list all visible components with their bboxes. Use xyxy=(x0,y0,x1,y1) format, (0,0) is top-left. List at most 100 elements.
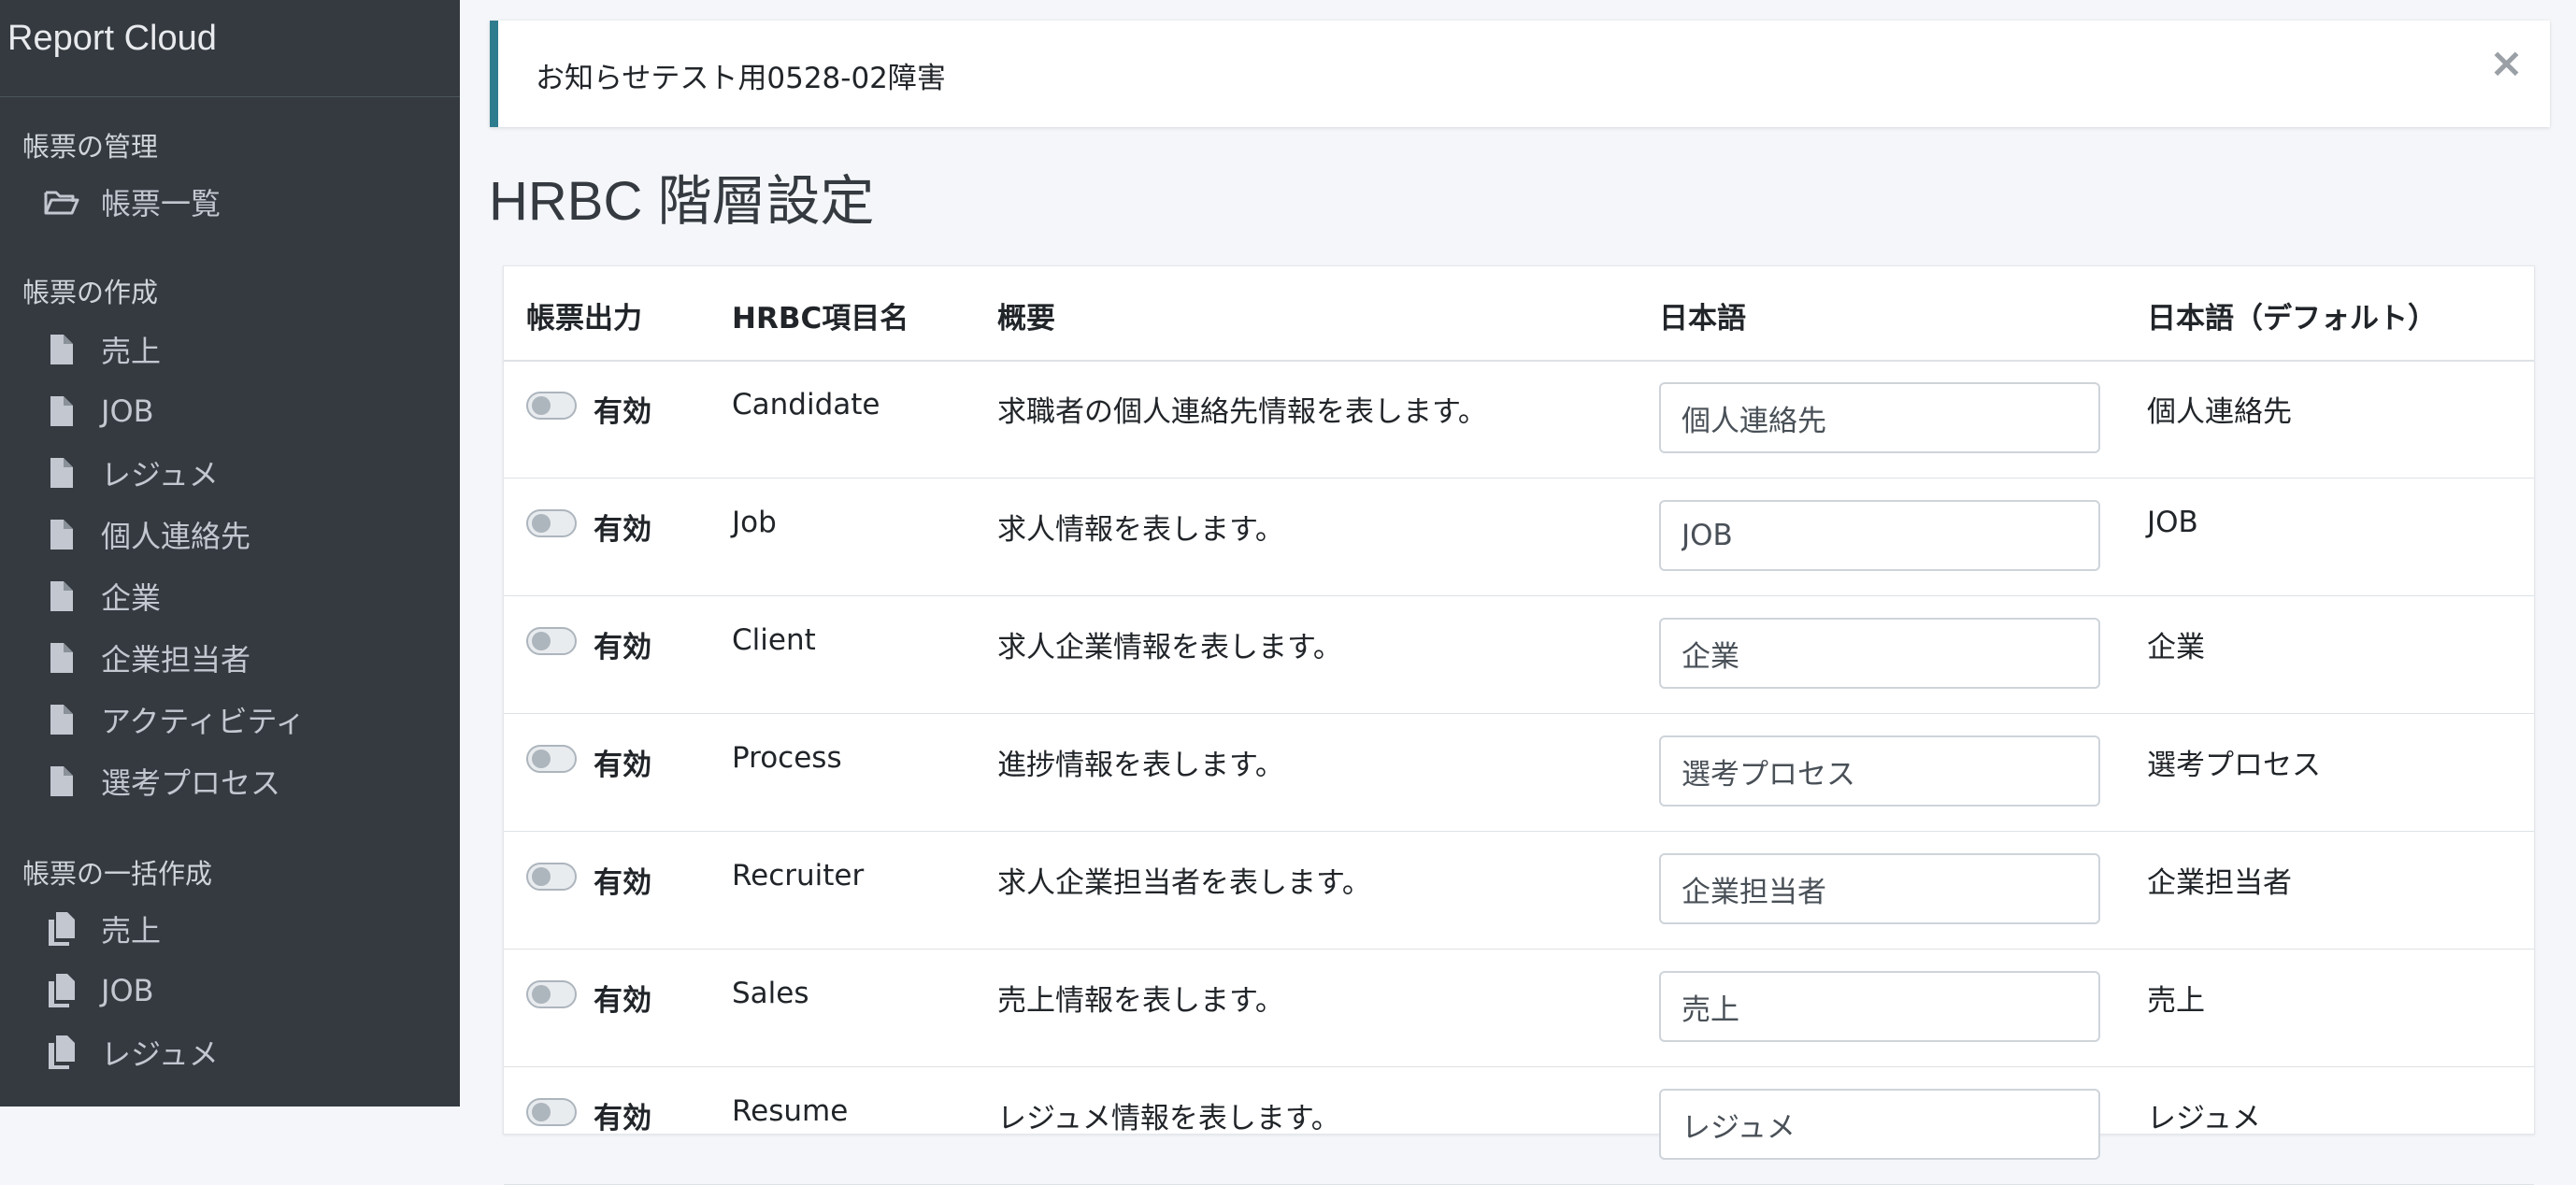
sidebar-item-label: 個人連絡先 xyxy=(101,519,251,554)
output-toggle[interactable] xyxy=(526,745,577,773)
sidebar-item-process[interactable]: 選考プロセス xyxy=(0,753,460,809)
sidebar-item-label: 帳票一覧 xyxy=(101,186,222,221)
file-icon xyxy=(50,643,73,673)
output-toggle[interactable] xyxy=(526,392,577,420)
default-japanese: 売上 xyxy=(2147,984,2205,1018)
notice-alert: お知らせテスト用0528-02障害 × xyxy=(490,21,2550,127)
default-japanese: 選考プロセス xyxy=(2147,749,2321,782)
sidebar-item-label: JOB xyxy=(101,973,154,1008)
table-row: 有効 Recruiter 求人企業担当者を表します。 企業担当者 xyxy=(504,831,2534,949)
item-summary: 求人情報を表します。 xyxy=(997,513,1284,547)
app-brand[interactable]: Report Cloud xyxy=(0,0,460,97)
japanese-name-input[interactable] xyxy=(1659,382,2100,453)
output-toggle[interactable] xyxy=(526,627,577,655)
default-japanese: JOB xyxy=(2147,506,2198,539)
default-japanese: 企業 xyxy=(2147,631,2205,664)
sidebar-item-recruiter[interactable]: 企業担当者 xyxy=(0,630,460,686)
table-row: 有効 Client 求人企業情報を表します。 企業 xyxy=(504,595,2534,714)
sidebar-item-activity[interactable]: アクティビティ xyxy=(0,692,460,748)
file-icon xyxy=(50,705,73,735)
item-name: Resume xyxy=(732,1094,849,1128)
item-summary: レジュメ情報を表します。 xyxy=(997,1102,1340,1135)
item-name: Process xyxy=(732,741,842,775)
enabled-label: 有効 xyxy=(594,749,651,782)
sidebar-item-label: 企業担当者 xyxy=(101,642,251,678)
default-japanese: 企業担当者 xyxy=(2147,866,2292,900)
japanese-name-input[interactable] xyxy=(1659,618,2100,689)
item-name: Client xyxy=(732,623,816,657)
page-title: HRBC 階層設定 xyxy=(489,171,875,232)
enabled-label: 有効 xyxy=(594,631,651,664)
item-summary: 求人企業担当者を表します。 xyxy=(997,866,1371,900)
sidebar-item-label: JOB xyxy=(101,393,154,429)
sidebar-item-bulk-resume[interactable]: レジュメ xyxy=(0,1024,460,1080)
item-summary: 進捗情報を表します。 xyxy=(997,749,1284,782)
item-name: Job xyxy=(732,506,777,539)
copy-icon xyxy=(49,1035,75,1069)
output-toggle[interactable] xyxy=(526,509,577,537)
output-toggle[interactable] xyxy=(526,1098,577,1126)
japanese-name-input[interactable] xyxy=(1659,971,2100,1042)
enabled-label: 有効 xyxy=(594,984,651,1018)
sidebar-item-contact[interactable]: 個人連絡先 xyxy=(0,507,460,563)
japanese-name-input[interactable] xyxy=(1659,735,2100,807)
sidebar-item-label: 選考プロセス xyxy=(101,765,281,801)
item-summary: 求人企業情報を表します。 xyxy=(997,631,1342,664)
col-header-default: 日本語（デフォルト） xyxy=(2147,302,2437,336)
sidebar-item-report-list[interactable]: 帳票一覧 xyxy=(0,174,460,230)
sidebar-item-label: 売上 xyxy=(101,334,162,369)
file-icon xyxy=(50,581,73,611)
col-header-name: HRBC項目名 xyxy=(732,302,909,336)
table-row: 有効 Job 求人情報を表します。 JOB xyxy=(504,478,2534,596)
copy-icon xyxy=(49,974,75,1007)
table-header: 帳票出力 HRBC項目名 概要 日本語 日本語（デフォルト） xyxy=(504,266,2534,362)
output-toggle[interactable] xyxy=(526,980,577,1008)
file-icon xyxy=(50,520,73,550)
japanese-name-input[interactable] xyxy=(1659,500,2100,571)
copy-icon xyxy=(49,912,75,946)
default-japanese: 個人連絡先 xyxy=(2147,395,2292,429)
default-japanese: レジュメ xyxy=(2147,1102,2261,1135)
japanese-name-input[interactable] xyxy=(1659,853,2100,924)
close-icon[interactable]: × xyxy=(2489,43,2524,84)
item-summary: 売上情報を表します。 xyxy=(997,984,1284,1018)
item-name: Candidate xyxy=(732,388,880,421)
table-row: 有効 Resume レジュメ情報を表します。 レジュメ xyxy=(504,1066,2534,1185)
enabled-label: 有効 xyxy=(594,395,651,429)
col-header-summary: 概要 xyxy=(997,302,1055,336)
sidebar-item-label: アクティビティ xyxy=(101,704,306,739)
output-toggle[interactable] xyxy=(526,863,577,891)
file-icon xyxy=(50,766,73,796)
file-icon xyxy=(50,458,73,488)
item-name: Recruiter xyxy=(732,859,865,892)
enabled-label: 有効 xyxy=(594,866,651,900)
folder-open-icon xyxy=(44,191,79,215)
sidebar-item-label: 企業 xyxy=(101,580,162,616)
hierarchy-table: 帳票出力 HRBC項目名 概要 日本語 日本語（デフォルト） 有効 Candid… xyxy=(503,265,2535,1185)
nav-header-management: 帳票の管理 xyxy=(22,131,159,163)
sidebar-item-resume[interactable]: レジュメ xyxy=(0,445,460,501)
table-row: 有効 Candidate 求職者の個人連絡先情報を表します。 個人連絡先 xyxy=(504,360,2534,478)
enabled-label: 有効 xyxy=(594,1102,651,1135)
sidebar-item-bulk-job[interactable]: JOB xyxy=(0,963,460,1019)
col-header-output: 帳票出力 xyxy=(526,302,642,336)
sidebar: Report Cloud 帳票の管理 帳票一覧 帳票の作成 売上 JOB レジュ… xyxy=(0,0,460,1106)
file-icon xyxy=(50,335,73,364)
japanese-name-input[interactable] xyxy=(1659,1089,2100,1160)
nav-header-create: 帳票の作成 xyxy=(22,277,159,308)
enabled-label: 有効 xyxy=(594,513,651,547)
alert-text: お知らせテスト用0528-02障害 xyxy=(536,62,946,95)
sidebar-item-sales[interactable]: 売上 xyxy=(0,321,460,378)
sidebar-item-label: レジュメ xyxy=(101,1036,219,1072)
sidebar-item-label: レジュメ xyxy=(101,457,219,493)
sidebar-item-bulk-sales[interactable]: 売上 xyxy=(0,901,460,957)
nav-header-bulk: 帳票の一括作成 xyxy=(22,858,213,890)
item-name: Sales xyxy=(732,977,809,1010)
sidebar-item-label: 売上 xyxy=(101,913,162,949)
sidebar-item-client[interactable]: 企業 xyxy=(0,568,460,624)
col-header-japanese: 日本語 xyxy=(1659,302,1746,336)
sidebar-item-job[interactable]: JOB xyxy=(0,383,460,439)
file-icon xyxy=(50,396,73,426)
table-row: 有効 Sales 売上情報を表します。 売上 xyxy=(504,949,2534,1067)
item-summary: 求職者の個人連絡先情報を表します。 xyxy=(997,395,1487,429)
